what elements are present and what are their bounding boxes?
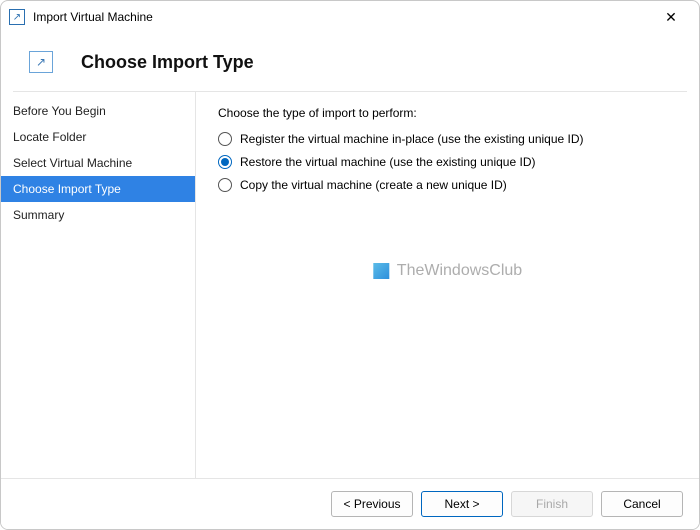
radio-icon: [218, 155, 232, 169]
watermark: TheWindowsClub: [373, 262, 522, 280]
close-button[interactable]: ✕: [651, 1, 691, 33]
finish-button: Finish: [511, 491, 593, 517]
header: ↗ Choose Import Type: [1, 33, 699, 91]
prompt-text: Choose the type of import to perform:: [218, 106, 679, 120]
step-locate-folder[interactable]: Locate Folder: [1, 124, 195, 150]
radio-icon: [218, 178, 232, 192]
page-title: Choose Import Type: [81, 52, 254, 73]
watermark-text: TheWindowsClub: [397, 262, 522, 280]
import-icon: ↗: [29, 51, 53, 73]
body: Before You Begin Locate Folder Select Vi…: [1, 92, 699, 478]
cancel-button[interactable]: Cancel: [601, 491, 683, 517]
step-choose-import-type[interactable]: Choose Import Type: [1, 176, 195, 202]
step-select-vm[interactable]: Select Virtual Machine: [1, 150, 195, 176]
wizard-window: ↗ Import Virtual Machine ✕ ↗ Choose Impo…: [0, 0, 700, 530]
option-label: Register the virtual machine in-place (u…: [240, 132, 584, 146]
sidebar: Before You Begin Locate Folder Select Vi…: [1, 92, 196, 478]
option-label: Restore the virtual machine (use the exi…: [240, 155, 535, 169]
option-label: Copy the virtual machine (create a new u…: [240, 178, 507, 192]
titlebar: ↗ Import Virtual Machine ✕: [1, 1, 699, 33]
footer: < Previous Next > Finish Cancel: [1, 478, 699, 529]
next-button[interactable]: Next >: [421, 491, 503, 517]
option-register[interactable]: Register the virtual machine in-place (u…: [218, 132, 679, 146]
logo-icon: [373, 263, 389, 279]
window-title: Import Virtual Machine: [33, 10, 651, 24]
radio-icon: [218, 132, 232, 146]
app-icon: ↗: [9, 9, 25, 25]
option-copy[interactable]: Copy the virtual machine (create a new u…: [218, 178, 679, 192]
step-before-you-begin[interactable]: Before You Begin: [1, 98, 195, 124]
content: Choose the type of import to perform: Re…: [196, 92, 699, 478]
step-summary[interactable]: Summary: [1, 202, 195, 228]
previous-button[interactable]: < Previous: [331, 491, 413, 517]
option-restore[interactable]: Restore the virtual machine (use the exi…: [218, 155, 679, 169]
